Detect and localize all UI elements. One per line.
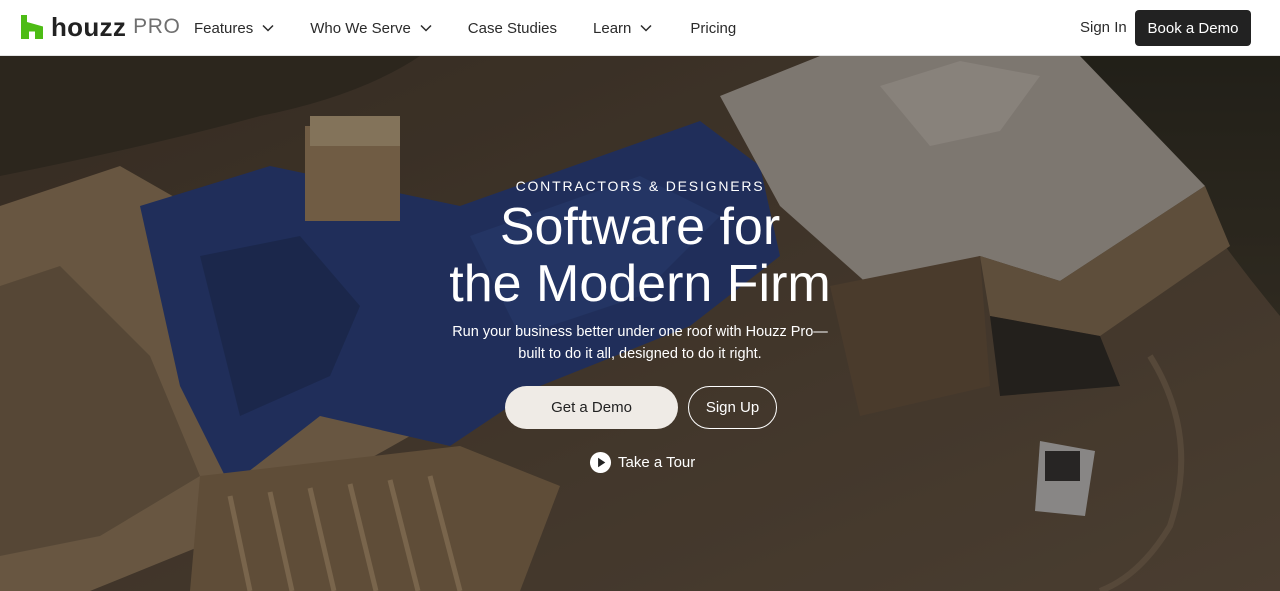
nav-item-label: Who We Serve [310,19,411,37]
nav-item-label: Learn [593,19,632,37]
nav-item-learn[interactable]: Learn [593,0,653,56]
chevron-down-icon [640,24,652,32]
take-tour-label: Take a Tour [618,453,696,471]
nav-item-features[interactable]: Features [194,0,275,56]
hero-eyebrow: CONTRACTORS & DESIGNERS [515,178,765,194]
site-header: houzz PRO Features Who We Serve Case Stu… [0,0,1280,56]
chevron-down-icon [262,24,274,32]
main-nav: Features Who We Serve Case Studies Learn… [194,0,736,56]
nav-item-label: Pricing [690,19,737,37]
play-circle-icon [589,451,612,473]
nav-item-label: Case Studies [467,19,558,37]
nav-item-who-we-serve[interactable]: Who We Serve [310,0,433,56]
hero-headline-line-1: Software for [499,198,781,256]
hero-subtext-line-2: built to do it all, designed to do it ri… [518,346,762,362]
hero-section: CONTRACTORS & DESIGNERS Software for the… [0,56,1280,591]
get-demo-button[interactable]: Get a Demo [505,386,678,429]
logo-product-label: PRO [133,15,181,38]
hero-subtext: Run your business better under one roof … [0,321,1280,365]
sign-in-link[interactable]: Sign In [1080,19,1127,36]
take-tour-link[interactable]: Take a Tour [589,450,695,474]
chevron-down-icon [420,24,432,32]
book-demo-button[interactable]: Book a Demo [1135,10,1251,46]
nav-item-label: Features [194,19,254,37]
sign-up-button[interactable]: Sign Up [688,386,777,429]
houzz-pro-logo[interactable]: houzz PRO [21,12,180,42]
hero-headline: Software for the Modern Firm [0,199,1280,313]
logo-wordmark: houzz [51,12,127,42]
nav-item-pricing[interactable]: Pricing [690,0,736,56]
hero-subtext-line-1: Run your business better under one roof … [452,324,828,340]
hero-headline-line-2: the Modern Firm [449,255,831,313]
houzz-logo-icon [21,15,43,39]
nav-item-case-studies[interactable]: Case Studies [468,0,557,56]
